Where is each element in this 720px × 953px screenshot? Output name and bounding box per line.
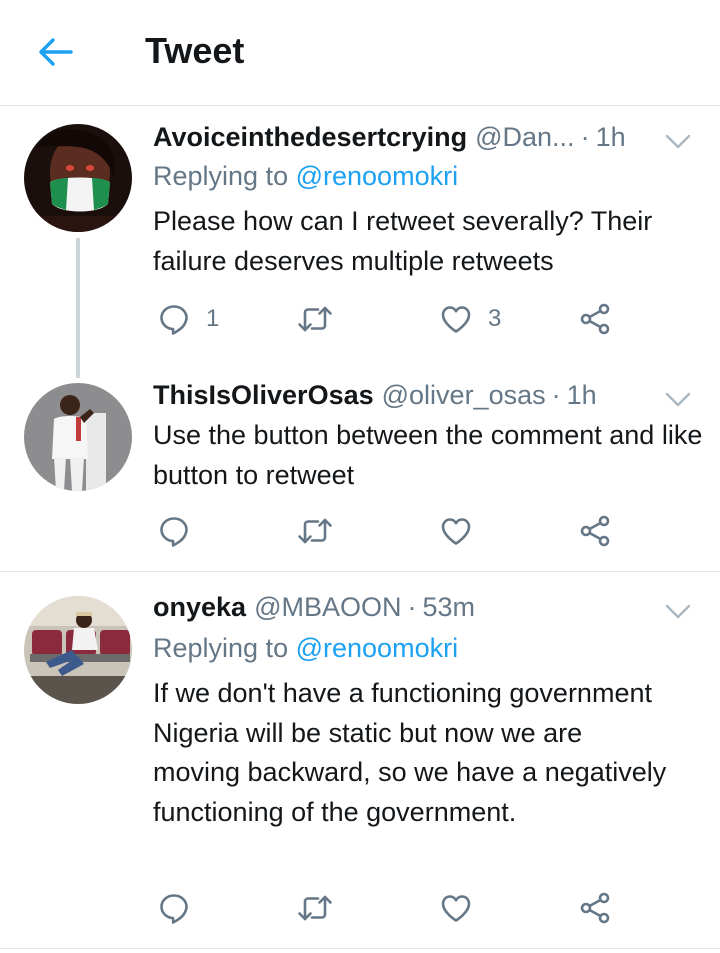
reply-icon — [158, 892, 190, 924]
replying-prefix: Replying to — [153, 161, 289, 191]
tweet-text: Use the button between the comment and l… — [153, 420, 703, 490]
arrow-left-icon — [39, 38, 73, 66]
meta-separator: · — [580, 122, 590, 152]
divider — [0, 948, 720, 949]
replying-to: Replying to @renoomokri — [153, 161, 458, 192]
author-name[interactable]: ThisIsOliverOsas — [153, 380, 374, 411]
retweet-icon — [297, 892, 333, 924]
meta-separator: · — [551, 380, 561, 410]
retweet-icon — [297, 515, 333, 547]
reply-button[interactable]: 1 — [158, 299, 219, 339]
share-button[interactable] — [579, 511, 611, 551]
tweet[interactable]: Avoiceinthedesertcrying @Dan... · 1h Rep… — [0, 106, 720, 571]
back-button[interactable] — [36, 34, 76, 70]
share-icon — [579, 303, 611, 335]
tweet-time: 53m — [422, 592, 476, 622]
tweet-meta: onyeka @MBAOON · 53m — [153, 592, 652, 626]
like-button[interactable]: 3 — [440, 299, 501, 339]
chevron-down-icon[interactable] — [664, 132, 692, 152]
retweet-icon — [297, 303, 333, 335]
retweet-button[interactable] — [297, 888, 333, 928]
meta-separator: · — [407, 592, 417, 622]
author-handle[interactable]: @oliver_osas — [382, 380, 546, 411]
reply-button[interactable] — [158, 888, 190, 928]
like-button[interactable] — [440, 888, 472, 928]
reply-button[interactable] — [158, 511, 190, 551]
tweet-text: Please how can I retweet severally? Thei… — [153, 206, 653, 276]
avatar[interactable] — [24, 596, 132, 704]
chevron-down-icon[interactable] — [664, 602, 692, 622]
heart-icon — [440, 303, 472, 335]
tweet[interactable]: onyeka @MBAOON · 53m Replying to @renoom… — [0, 572, 720, 948]
tweet-text: If we don't have a functioning governmen… — [153, 678, 667, 827]
reply-mention[interactable]: @renoomokri — [296, 633, 458, 663]
replying-prefix: Replying to — [153, 633, 289, 663]
reply-icon — [158, 515, 190, 547]
reply-icon — [158, 303, 190, 335]
tweet-actions — [0, 511, 720, 551]
tweet-meta: ThisIsOliverOsas @oliver_osas · 1h — [153, 380, 652, 414]
retweet-button[interactable] — [297, 299, 333, 339]
heart-icon — [440, 515, 472, 547]
tweet-actions — [0, 888, 720, 928]
share-icon — [579, 892, 611, 924]
tweet-meta: Avoiceinthedesertcrying @Dan... · 1h — [153, 122, 652, 156]
retweet-button[interactable] — [297, 511, 333, 551]
like-count: 3 — [488, 305, 502, 332]
avatar[interactable] — [24, 124, 132, 232]
share-icon — [579, 515, 611, 547]
top-bar: Tweet — [0, 0, 720, 106]
reply-count: 1 — [206, 305, 220, 332]
author-handle[interactable]: @Dan... — [475, 122, 574, 153]
tweet-actions: 1 3 — [0, 299, 720, 339]
replying-to: Replying to @renoomokri — [153, 633, 458, 664]
tweet-time: 1h — [595, 122, 626, 152]
reply-mention[interactable]: @renoomokri — [296, 161, 458, 191]
heart-icon — [440, 892, 472, 924]
page-title: Tweet — [145, 30, 245, 71]
share-button[interactable] — [579, 888, 611, 928]
chevron-down-icon[interactable] — [664, 390, 692, 410]
share-button[interactable] — [579, 299, 611, 339]
tweet-time: 1h — [566, 380, 597, 410]
author-name[interactable]: onyeka — [153, 592, 246, 623]
avatar[interactable] — [24, 383, 132, 491]
author-name[interactable]: Avoiceinthedesertcrying — [153, 122, 467, 153]
like-button[interactable] — [440, 511, 472, 551]
author-handle[interactable]: @MBAOON — [254, 592, 401, 623]
